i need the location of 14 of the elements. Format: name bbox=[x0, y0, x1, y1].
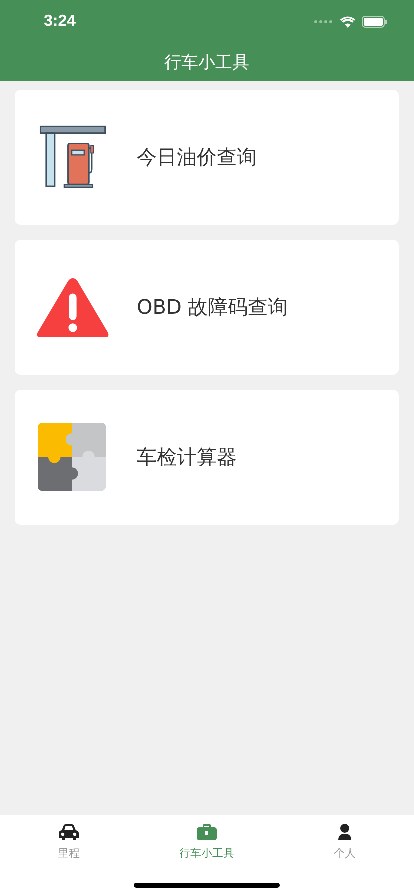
tool-label: 车检计算器 bbox=[137, 444, 237, 471]
wifi-icon bbox=[340, 16, 356, 28]
nav-title: 行车小工具 bbox=[164, 52, 250, 74]
tab-bar-item[interactable]: 行车小工具 bbox=[138, 823, 276, 861]
toolbox-icon bbox=[196, 823, 218, 842]
tool-label: 今日油价查询 bbox=[137, 144, 257, 171]
status-time: 3:24 bbox=[44, 13, 76, 31]
tool-card[interactable]: OBD 故障码查询 bbox=[15, 240, 399, 375]
tool-label: OBD 故障码查询 bbox=[137, 294, 288, 321]
tool-card[interactable]: 今日油价查询 bbox=[15, 90, 399, 225]
car-icon bbox=[58, 823, 80, 842]
battery-icon bbox=[362, 16, 388, 28]
tool-card[interactable]: 车检计算器 bbox=[15, 390, 399, 525]
signal-icon bbox=[314, 20, 334, 24]
